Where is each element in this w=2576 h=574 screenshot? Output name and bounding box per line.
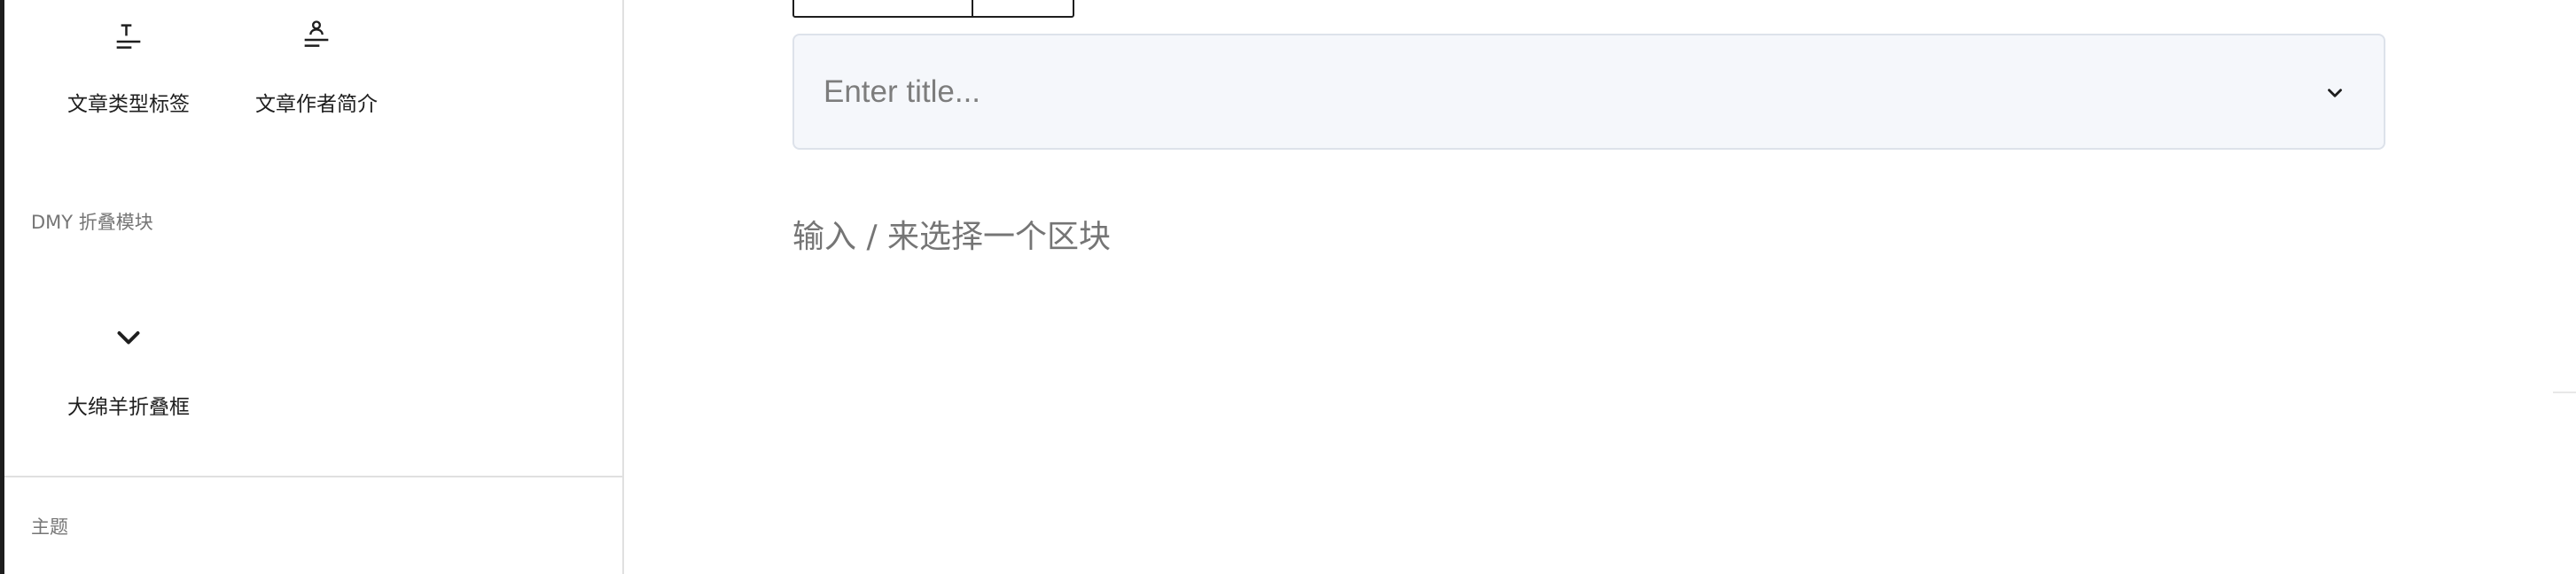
category-heading-dmy: DMY 折叠模块 (31, 212, 153, 233)
canvas-edge-divider (2553, 392, 2576, 393)
block-item-post-type-tag[interactable]: 文章类型标签 (44, 9, 213, 124)
toolbar-divider (972, 0, 973, 16)
block-item-label: 大绵羊折叠框 (67, 396, 190, 419)
chevron-down-icon (113, 322, 144, 358)
block-inserter-panel: 文章类型标签 文章作者简介 DMY 折叠模块 大绵羊折叠框 主题 (4, 0, 624, 574)
block-item-post-author-bio[interactable]: 文章作者简介 (232, 9, 401, 124)
accordion-block[interactable]: Enter title... (792, 34, 2385, 150)
block-editor-screen: 文章类型标签 文章作者简介 DMY 折叠模块 大绵羊折叠框 主题 Enter t… (0, 0, 2576, 574)
post-type-tag-icon (111, 19, 146, 58)
category-divider (4, 476, 622, 477)
block-item-dmy-accordion[interactable]: 大绵羊折叠框 (44, 310, 213, 425)
block-toolbar[interactable] (792, 0, 1074, 18)
post-author-bio-icon (299, 18, 334, 57)
accordion-title-input[interactable]: Enter title... (824, 74, 980, 110)
default-block-appender[interactable]: 输入 / 来选择一个区块 (792, 211, 1111, 257)
editor-canvas: Enter title... 输入 / 来选择一个区块 (626, 0, 2576, 574)
block-item-label: 文章作者简介 (255, 93, 378, 116)
category-heading-theme: 主题 (31, 516, 68, 538)
block-item-label: 文章类型标签 (67, 93, 190, 116)
chevron-down-icon[interactable] (2323, 81, 2346, 105)
